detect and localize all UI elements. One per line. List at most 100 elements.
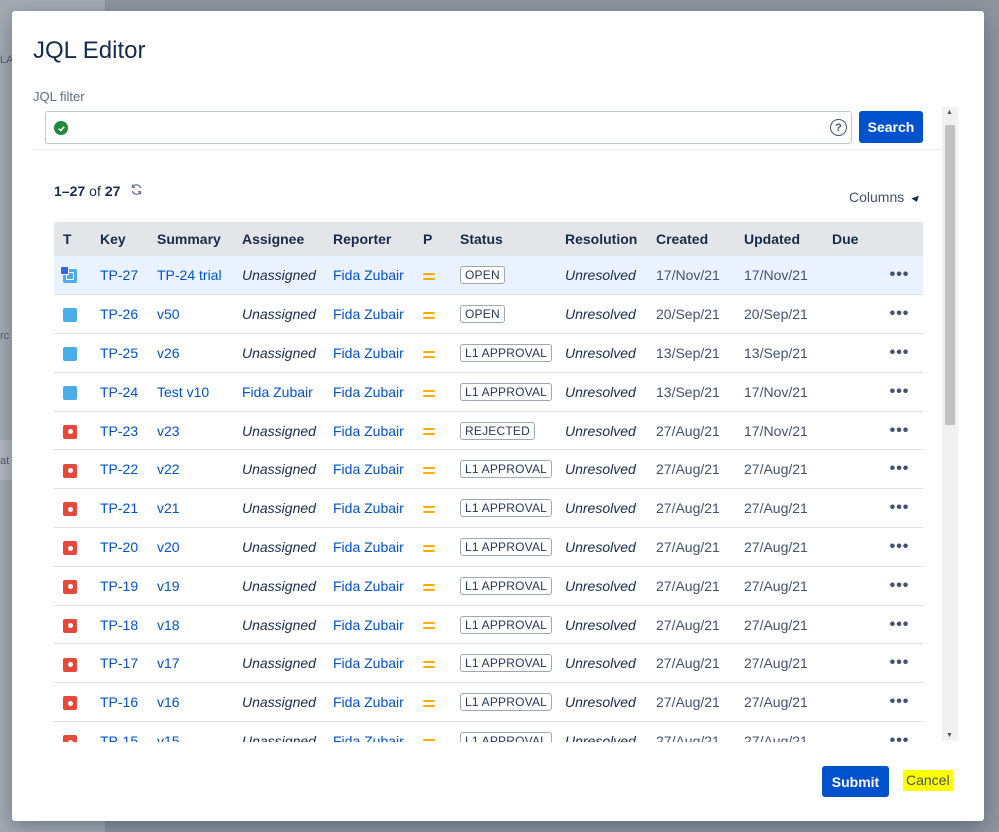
more-icon[interactable]: ••• — [890, 538, 910, 555]
results-scrollbar[interactable]: ▲ ▼ — [942, 107, 958, 741]
help-icon[interactable]: ? — [830, 119, 847, 136]
issue-reporter-link[interactable]: Fida Zubair — [333, 694, 404, 710]
issue-summary-link[interactable]: v23 — [157, 423, 180, 439]
scroll-down-arrow-icon[interactable]: ▼ — [946, 732, 953, 739]
more-icon[interactable]: ••• — [890, 654, 910, 671]
issue-key-link[interactable]: TP-25 — [100, 345, 138, 361]
task-icon — [63, 308, 77, 323]
issue-key-link[interactable]: TP-23 — [100, 423, 138, 439]
refresh-icon[interactable] — [130, 183, 143, 199]
issue-due-cell — [826, 527, 876, 567]
issue-key-link[interactable]: TP-22 — [100, 461, 138, 477]
more-icon[interactable]: ••• — [890, 422, 910, 439]
issue-summary-link[interactable]: v19 — [157, 578, 180, 594]
table-row[interactable]: TP-25 v26 Unassigned Fida Zubair L1 APPROVAL… — [54, 333, 923, 373]
issue-updated-cell: 27/Aug/21 — [738, 605, 826, 645]
submit-button[interactable]: Submit — [822, 766, 889, 797]
issue-summary-link[interactable]: v22 — [157, 461, 180, 477]
issue-due-cell — [826, 682, 876, 723]
columns-button[interactable]: Columns — [849, 189, 921, 205]
column-header-status[interactable]: Status — [454, 222, 559, 256]
issue-summary-link[interactable]: v16 — [157, 694, 180, 710]
column-header-assignee[interactable]: Assignee — [236, 222, 327, 256]
column-header-created[interactable]: Created — [650, 222, 738, 256]
issue-reporter-link[interactable]: Fida Zubair — [333, 345, 404, 361]
issue-reporter-link[interactable]: Fida Zubair — [333, 306, 404, 322]
issue-reporter-link[interactable]: Fida Zubair — [333, 539, 404, 555]
column-header-summary[interactable]: Summary — [151, 222, 236, 256]
table-row[interactable]: TP-20 v20 Unassigned Fida Zubair L1 APPROVAL… — [54, 527, 923, 567]
issue-reporter-link[interactable]: Fida Zubair — [333, 617, 404, 633]
issue-assignee-cell: Unassigned — [236, 605, 327, 645]
issue-due-cell — [826, 449, 876, 490]
search-button[interactable]: Search — [859, 111, 923, 143]
table-row[interactable]: TP-22 v22 Unassigned Fida Zubair L1 APPROVAL… — [54, 449, 923, 490]
jql-query-input[interactable] — [46, 112, 851, 143]
table-row[interactable]: TP-24 Test v10 Fida Zubair Fida Zubair L1 AP… — [54, 372, 923, 412]
issue-key-link[interactable]: TP-21 — [100, 500, 138, 516]
table-row[interactable]: TP-15 v15 Unassigned Fida Zubair L1 APPROVAL… — [54, 721, 923, 742]
issue-reporter-link[interactable]: Fida Zubair — [333, 655, 404, 671]
column-header-resolution[interactable]: Resolution — [559, 222, 650, 256]
issue-status-cell: OPEN — [454, 294, 559, 335]
table-row[interactable]: TP-17 v17 Unassigned Fida Zubair L1 APPROVAL… — [54, 643, 923, 684]
more-icon[interactable]: ••• — [890, 693, 910, 710]
column-header-priority[interactable]: P — [417, 222, 454, 256]
column-header-reporter[interactable]: Reporter — [327, 222, 417, 256]
issue-key-link[interactable]: TP-27 — [100, 267, 138, 283]
issue-reporter-link[interactable]: Fida Zubair — [333, 500, 404, 516]
more-icon[interactable]: ••• — [890, 460, 910, 477]
issue-reporter-link[interactable]: Fida Zubair — [333, 461, 404, 477]
table-row[interactable]: TP-18 v18 Unassigned Fida Zubair L1 APPROVAL… — [54, 605, 923, 645]
issue-reporter-cell: Fida Zubair — [327, 411, 417, 451]
column-header-updated[interactable]: Updated — [738, 222, 826, 256]
cancel-link[interactable]: Cancel — [903, 770, 953, 791]
issue-reporter-link[interactable]: Fida Zubair — [333, 733, 404, 742]
more-icon[interactable]: ••• — [890, 732, 910, 742]
column-header-key[interactable]: Key — [94, 222, 151, 256]
more-icon[interactable]: ••• — [890, 305, 910, 322]
issue-summary-link[interactable]: v21 — [157, 500, 180, 516]
issue-summary-link[interactable]: v15 — [157, 733, 180, 742]
more-icon[interactable]: ••• — [890, 577, 910, 594]
more-icon[interactable]: ••• — [890, 266, 910, 283]
issue-resolution: Unresolved — [565, 577, 636, 594]
issue-key-link[interactable]: TP-24 — [100, 384, 138, 400]
issue-summary-link[interactable]: v17 — [157, 655, 180, 671]
issue-summary-link[interactable]: v50 — [157, 306, 180, 322]
table-row[interactable]: TP-26 v50 Unassigned Fida Zubair OPEN Unresol… — [54, 294, 923, 335]
more-icon[interactable]: ••• — [890, 616, 910, 633]
column-header-due[interactable]: Due — [826, 222, 876, 256]
issue-summary-link[interactable]: TP-24 trial — [157, 267, 222, 283]
issue-key-link[interactable]: TP-16 — [100, 694, 138, 710]
more-icon[interactable]: ••• — [890, 344, 910, 361]
issue-updated-cell: 17/Nov/21 — [738, 256, 826, 296]
issue-reporter-link[interactable]: Fida Zubair — [333, 384, 404, 400]
issue-assignee[interactable]: Fida Zubair — [242, 384, 313, 400]
issue-key-link[interactable]: TP-26 — [100, 306, 138, 322]
issue-status-cell: L1 APPROVAL — [454, 566, 559, 606]
issue-summary-link[interactable]: Test v10 — [157, 384, 209, 400]
more-icon[interactable]: ••• — [890, 499, 910, 516]
table-row[interactable]: TP-23 v23 Unassigned Fida Zubair REJECTED Unr… — [54, 411, 923, 451]
more-icon[interactable]: ••• — [890, 383, 910, 400]
issue-key-link[interactable]: TP-18 — [100, 617, 138, 633]
table-row[interactable]: TP-27 TP-24 trial Unassigned Fida Zubair OPE… — [54, 256, 923, 296]
scrollbar-thumb[interactable] — [945, 125, 955, 425]
issue-key-link[interactable]: TP-15 — [100, 733, 138, 742]
issue-summary-cell: v22 — [151, 449, 236, 490]
issue-summary-link[interactable]: v20 — [157, 539, 180, 555]
column-header-type[interactable]: T — [54, 222, 94, 256]
table-row[interactable]: TP-16 v16 Unassigned Fida Zubair L1 APPROVAL… — [54, 682, 923, 723]
issue-reporter-link[interactable]: Fida Zubair — [333, 267, 404, 283]
issue-key-link[interactable]: TP-20 — [100, 539, 138, 555]
issue-summary-link[interactable]: v18 — [157, 617, 180, 633]
issue-key-link[interactable]: TP-17 — [100, 655, 138, 671]
issue-key-link[interactable]: TP-19 — [100, 578, 138, 594]
issue-reporter-link[interactable]: Fida Zubair — [333, 578, 404, 594]
issue-summary-link[interactable]: v26 — [157, 345, 180, 361]
table-row[interactable]: TP-19 v19 Unassigned Fida Zubair L1 APPROVAL… — [54, 566, 923, 606]
table-row[interactable]: TP-21 v21 Unassigned Fida Zubair L1 APPROVAL… — [54, 488, 923, 529]
scroll-up-arrow-icon[interactable]: ▲ — [946, 109, 953, 116]
issue-reporter-link[interactable]: Fida Zubair — [333, 423, 404, 439]
